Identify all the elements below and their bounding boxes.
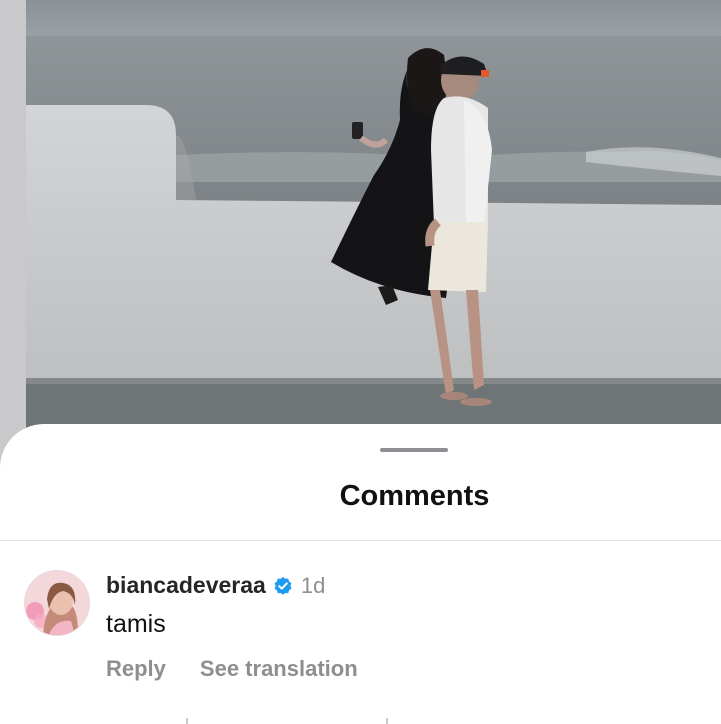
sheet-title: Comments bbox=[339, 480, 490, 512]
reply-button[interactable]: Reply bbox=[106, 656, 166, 682]
sheet-grabber-handle[interactable] bbox=[380, 448, 448, 452]
next-comment-edge bbox=[186, 718, 188, 724]
avatar[interactable] bbox=[24, 570, 90, 636]
verified-badge-icon bbox=[273, 576, 293, 596]
title-divider bbox=[0, 540, 721, 541]
next-comment-edge-2 bbox=[386, 718, 388, 724]
comment-header: biancadeveraa 1d bbox=[106, 572, 325, 599]
avatar-portrait-icon bbox=[25, 571, 89, 635]
post-photo[interactable] bbox=[26, 0, 721, 440]
comment-username[interactable]: biancadeveraa bbox=[106, 572, 266, 599]
comment-item: biancadeveraa 1d tamis Reply See transla… bbox=[0, 564, 721, 724]
see-translation-button[interactable]: See translation bbox=[200, 656, 358, 682]
comment-timestamp: 1d bbox=[300, 572, 326, 598]
beach-couple-photo bbox=[26, 0, 721, 440]
comments-sheet: Comments biancadeveraa 1d tamis Reply Se… bbox=[0, 424, 721, 724]
comment-actions: Reply See translation bbox=[106, 656, 358, 682]
comment-text: tamis bbox=[106, 610, 166, 638]
